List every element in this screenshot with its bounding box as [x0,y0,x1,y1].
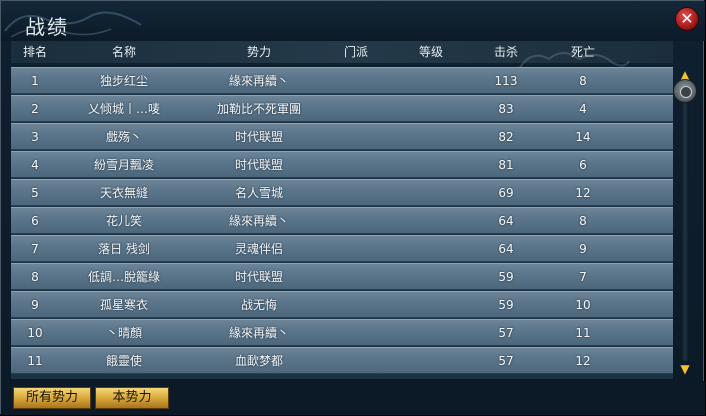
own-faction-tab[interactable]: 本势力 [95,387,169,409]
window-title: 战绩 [25,15,69,39]
cell-name: 丶晴顏 [105,326,142,340]
table-row[interactable]: 3 戲殇丶 时代联盟 82 14 [11,123,673,150]
all-factions-tab[interactable]: 所有势力 [13,387,91,409]
cell-name: 独步红尘 [99,74,148,88]
cell-faction: 时代联盟 [234,270,283,284]
cell-deaths: 6 [579,158,587,172]
table-row[interactable]: 11 餓靈使 血歃梦都 57 12 [11,347,673,374]
cell-name: 孤星寒衣 [99,298,148,312]
cell-deaths: 14 [575,130,591,144]
cell-faction: 緣來再續丶 [228,74,289,88]
cell-name: 花儿笑 [105,214,142,228]
cell-faction: 时代联盟 [234,130,283,144]
cell-deaths: 12 [575,354,591,368]
cell-rank: 6 [31,214,39,228]
table-row[interactable]: 2 乂倾城丨…唛 加勒比不死軍團 83 4 [11,95,673,122]
close-icon: ✕ [680,9,694,28]
cell-deaths: 7 [579,270,587,284]
cell-rank: 2 [31,102,39,116]
cell-name: 戲殇丶 [105,130,142,144]
cell-rank: 9 [31,298,39,312]
table-row[interactable]: 10 丶晴顏 緣來再續丶 57 11 [11,319,673,346]
title-bar[interactable]: 战绩 ✕ [1,1,705,41]
cell-rank: 4 [31,158,39,172]
cell-rank: 5 [31,186,39,200]
cell-deaths: 11 [575,326,591,340]
cell-name: 天衣無縫 [99,186,148,200]
cell-faction: 緣來再續丶 [228,326,289,340]
cell-faction: 灵魂伴侣 [234,242,283,256]
cell-name: 乂倾城丨…唛 [87,102,160,116]
cell-name: 低調…脫籠綠 [87,270,160,284]
cell-deaths: 8 [579,214,587,228]
cell-deaths: 12 [575,186,591,200]
cell-rank: 10 [27,326,43,340]
cell-rank: 3 [31,130,39,144]
cell-rank: 7 [31,242,39,256]
cell-deaths: 8 [579,74,587,88]
cell-deaths: 9 [579,242,587,256]
cell-rank: 8 [31,270,39,284]
ranking-list: 1 独步红尘 緣來再續丶 113 8 2 乂倾城丨…唛 加勒比不死軍團 83 4… [11,67,673,379]
cell-name: 餓靈使 [105,354,142,368]
cell-deaths: 10 [575,298,591,312]
footer-bar: 所有势力 本势力 [1,381,705,415]
cell-faction: 战无悔 [240,298,277,312]
scroll-track[interactable] [681,91,689,361]
table-row[interactable]: 7 落日 残剑 灵魂伴侣 64 9 [11,235,673,262]
table-row[interactable]: 1 独步红尘 緣來再續丶 113 8 [11,67,673,94]
cell-faction: 血歃梦都 [234,354,283,368]
cell-faction: 緣來再續丶 [228,214,289,228]
vertical-scrollbar[interactable]: ▲ ▼ [673,67,697,379]
cell-faction: 名人雪城 [234,186,283,200]
col-header-faction[interactable]: 势力 [189,41,329,63]
column-header-row: 排名 名称 势力 门派 等级 击杀 死亡 [11,41,673,70]
table-row[interactable]: 5 天衣無縫 名人雪城 69 12 [11,179,673,206]
col-header-name[interactable]: 名称 [59,41,189,63]
col-header-sect[interactable]: 门派 [311,41,401,63]
skull-icon [680,86,692,98]
col-header-deaths[interactable]: 死亡 [541,41,625,63]
col-header-rank[interactable]: 排名 [11,41,59,63]
cell-name: 落日 残剑 [98,242,150,256]
table-row[interactable]: 6 花儿笑 緣來再續丶 64 8 [11,207,673,234]
battle-record-window: 战绩 ✕ 排名 名称 势力 门派 等级 击杀 死亡 1 独步红尘 緣來再續丶 1… [0,0,705,415]
cell-rank: 11 [27,354,43,368]
table-row[interactable]: 4 紛雪月飄凌 时代联盟 81 6 [11,151,673,178]
table-row[interactable]: 9 孤星寒衣 战无悔 59 10 [11,291,673,318]
scroll-thumb[interactable] [673,79,697,103]
cell-name: 紛雪月飄凌 [93,158,154,172]
cell-rank: 1 [31,74,39,88]
cell-faction: 时代联盟 [234,158,283,172]
table-row[interactable]: 8 低調…脫籠綠 时代联盟 59 7 [11,263,673,290]
scroll-down-arrow-icon[interactable]: ▼ [677,363,693,375]
close-button[interactable]: ✕ [675,7,699,31]
cell-faction: 加勒比不死軍團 [216,102,301,116]
cell-deaths: 4 [579,102,587,116]
